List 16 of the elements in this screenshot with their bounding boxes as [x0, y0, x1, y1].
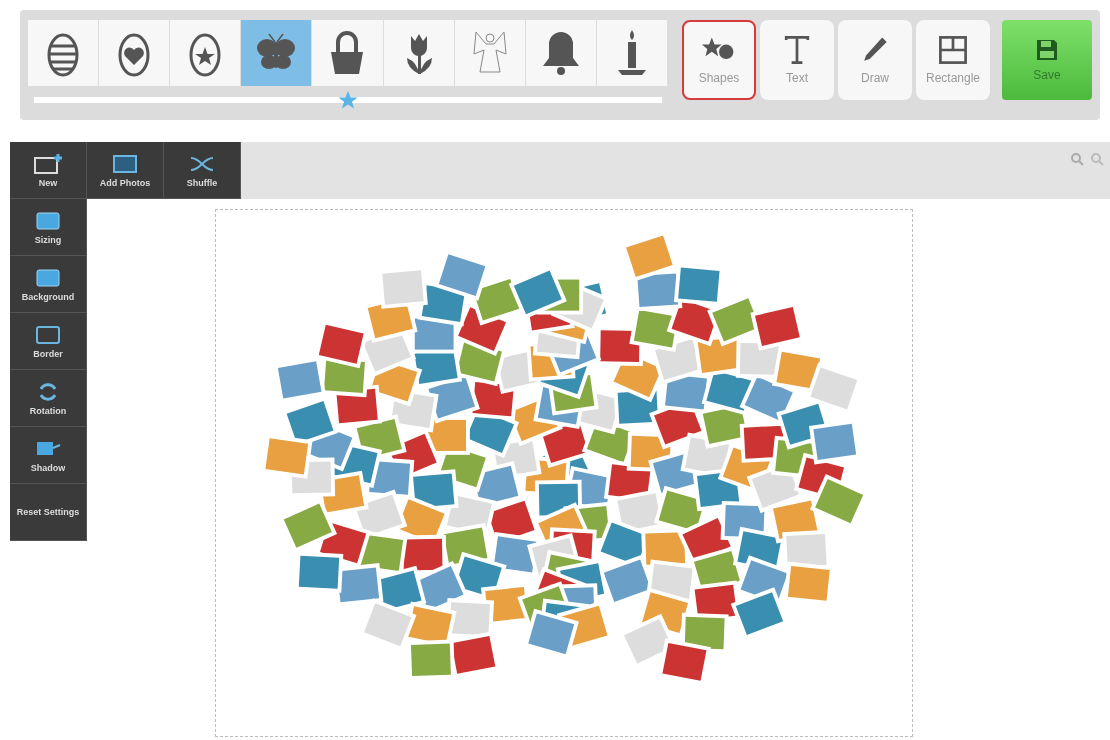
star-slider-thumb[interactable] — [338, 90, 358, 110]
frame-icon — [33, 323, 63, 346]
picture-icon — [33, 266, 63, 289]
new-menu-button[interactable]: New — [10, 142, 87, 199]
border-menu-button[interactable]: Border — [10, 313, 87, 370]
add-photos-menu-button[interactable]: Add Photos — [87, 142, 164, 199]
rotation-menu-button[interactable]: Rotation — [10, 370, 87, 427]
new-canvas-icon — [33, 152, 63, 175]
sizing-menu-button[interactable]: Sizing — [10, 199, 87, 256]
butterfly-shape-button[interactable] — [241, 20, 313, 86]
shadow-menu-button[interactable]: Shadow — [10, 427, 87, 484]
background-menu-button[interactable]: Background — [10, 256, 87, 313]
picture-icon — [110, 152, 140, 175]
picture-icon — [33, 209, 63, 232]
shuffle-menu-button[interactable]: Shuffle — [164, 142, 241, 199]
reset-menu-button[interactable]: Reset Settings — [10, 484, 87, 541]
